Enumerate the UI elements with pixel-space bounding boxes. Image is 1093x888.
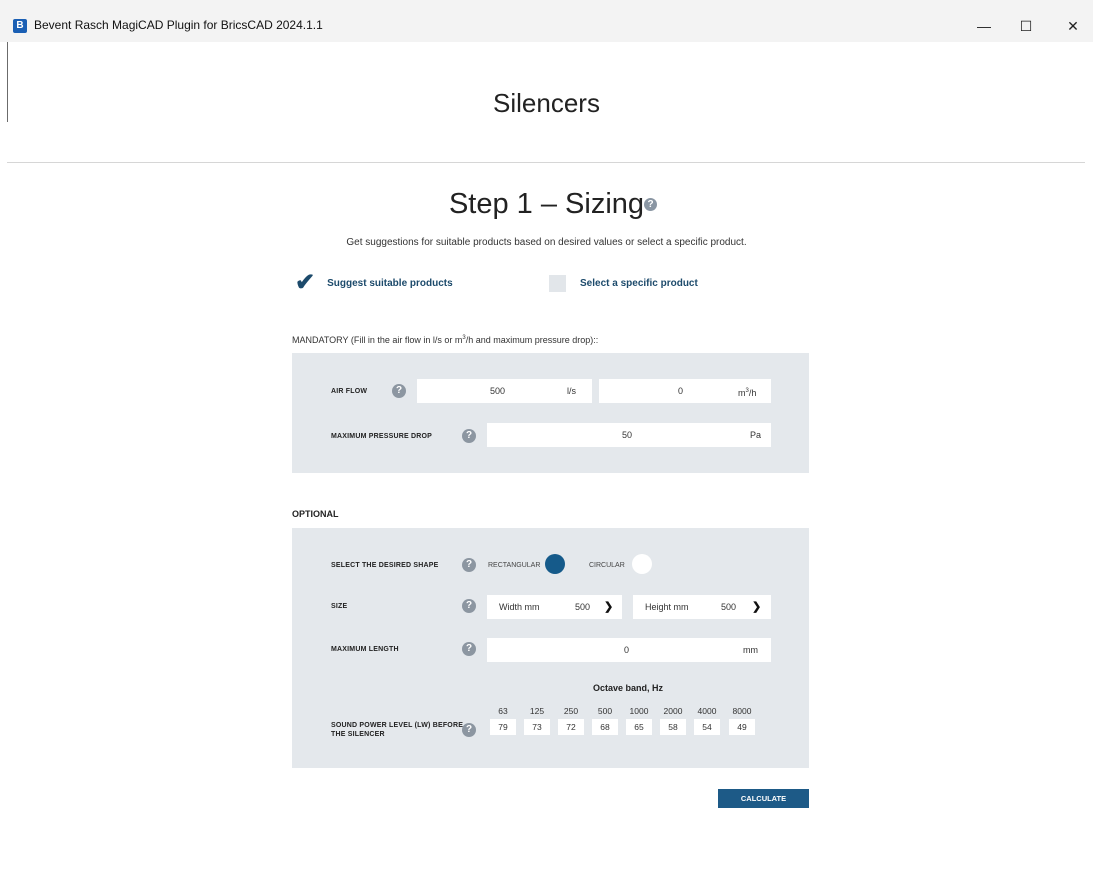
air-flow-label: AIR FLOW: [331, 388, 368, 395]
sound-level-input-500[interactable]: 68: [592, 719, 618, 735]
m3h-unit-tail: /h: [748, 388, 757, 398]
sound-power-label-line1: SOUND POWER LEVEL (LW) BEFORE: [331, 722, 464, 729]
empty-checkbox-icon[interactable]: [549, 274, 566, 292]
air-flow-ls-unit: l/s: [567, 386, 576, 396]
help-icon[interactable]: ?: [462, 429, 476, 443]
help-icon[interactable]: ?: [462, 558, 476, 572]
air-flow-ls-input[interactable]: 500 l/s: [417, 379, 592, 403]
pressure-drop-label: MAXIMUM PRESSURE DROP: [331, 433, 433, 440]
rectangular-radio[interactable]: [545, 554, 565, 574]
close-button[interactable]: ✕: [1050, 12, 1093, 40]
pressure-drop-unit: Pa: [750, 430, 762, 440]
max-length-label: MAXIMUM LENGTH: [331, 646, 399, 653]
window-title: Bevent Rasch MagiCAD Plugin for BricsCAD…: [34, 18, 323, 32]
sound-power-label-line2: THE SILENCER: [331, 731, 385, 738]
shape-label: SELECT THE DESIRED SHAPE: [331, 562, 439, 569]
octave-frequency: 63: [498, 706, 508, 716]
octave-frequency: 4000: [697, 706, 717, 716]
checkmark-icon: ✔: [295, 269, 316, 296]
mandatory-label-prefix: MANDATORY (Fill in the air flow in l/s o…: [292, 335, 463, 345]
octave-band-title: Octave band, Hz: [593, 683, 664, 693]
suggest-products-option[interactable]: ✔ Suggest suitable products: [295, 271, 453, 295]
maximize-button[interactable]: ☐: [1003, 12, 1049, 40]
air-flow-m3h-value: 0: [678, 386, 684, 396]
help-icon[interactable]: ?: [462, 723, 476, 737]
app-logo-icon: B: [13, 19, 27, 33]
help-icon[interactable]: ?: [462, 642, 476, 656]
sound-level-input-1000[interactable]: 65: [626, 719, 652, 735]
calculate-button[interactable]: CALCULATE: [718, 789, 809, 808]
help-icon[interactable]: ?: [392, 384, 406, 398]
rectangular-label: RECTANGULAR: [488, 562, 541, 569]
circular-label: CIRCULAR: [589, 562, 625, 569]
pressure-drop-value: 50: [622, 430, 633, 440]
mandatory-label: MANDATORY (Fill in the air flow in l/s o…: [292, 335, 598, 345]
sound-level-input-8000[interactable]: 49: [729, 719, 755, 735]
minimize-button[interactable]: —: [961, 12, 1007, 40]
octave-frequency: 8000: [732, 706, 752, 716]
air-flow-m3h-unit: m3/h: [738, 379, 756, 405]
step-title-text: Step 1 – Sizing: [448, 188, 645, 220]
pressure-drop-input[interactable]: 50 Pa: [487, 423, 771, 447]
max-length-input[interactable]: 0 mm: [487, 638, 771, 662]
page-title: Silencers: [493, 88, 600, 118]
octave-frequency: 250: [563, 706, 579, 716]
header-divider: [7, 162, 1085, 163]
help-icon[interactable]: ?: [462, 599, 476, 613]
step-title: Step 1 – Sizing: [0, 188, 1093, 221]
sound-level-input-2000[interactable]: 58: [660, 719, 686, 735]
sound-power-label: SOUND POWER LEVEL (LW) BEFORE THE SILENCE…: [331, 721, 463, 739]
sound-level-input-4000[interactable]: 54: [694, 719, 720, 735]
width-select-label: Width mm: [499, 602, 540, 612]
air-flow-ls-value: 500: [490, 386, 506, 396]
max-length-value: 0: [624, 645, 630, 655]
size-label: SIZE: [331, 603, 348, 610]
max-length-unit: mm: [743, 645, 758, 655]
height-select-label: Height mm: [645, 602, 689, 612]
sound-level-input-125[interactable]: 73: [524, 719, 550, 735]
air-flow-m3h-input[interactable]: 0 m3/h: [599, 379, 771, 403]
help-icon[interactable]: ?: [644, 198, 657, 211]
height-select-value: 500: [721, 602, 737, 612]
step-subtitle: Get suggestions for suitable products ba…: [346, 237, 747, 248]
chevron-down-icon: ❯: [752, 601, 762, 613]
m3h-unit-base: m: [738, 388, 746, 398]
width-select[interactable]: Width mm 500 ❯: [487, 595, 622, 619]
octave-frequency: 1000: [629, 706, 649, 716]
octave-frequency: 2000: [663, 706, 683, 716]
select-product-label: Select a specific product: [580, 277, 698, 289]
sound-level-input-250[interactable]: 72: [558, 719, 584, 735]
circular-radio[interactable]: [632, 554, 652, 574]
window-titlebar[interactable]: B Bevent Rasch MagiCAD Plugin for BricsC…: [0, 0, 1093, 42]
octave-frequency: 125: [529, 706, 545, 716]
optional-label: OPTIONAL: [292, 509, 339, 519]
width-select-value: 500: [575, 602, 591, 612]
sound-level-input-63[interactable]: 79: [490, 719, 516, 735]
chevron-down-icon: ❯: [604, 601, 614, 613]
height-select[interactable]: Height mm 500 ❯: [633, 595, 771, 619]
select-product-option[interactable]: Select a specific product: [549, 271, 698, 295]
mandatory-panel: [292, 353, 809, 473]
mandatory-label-suffix: /h and maximum pressure drop)::: [465, 335, 599, 345]
suggest-products-label: Suggest suitable products: [327, 277, 453, 289]
octave-frequency: 500: [597, 706, 613, 716]
